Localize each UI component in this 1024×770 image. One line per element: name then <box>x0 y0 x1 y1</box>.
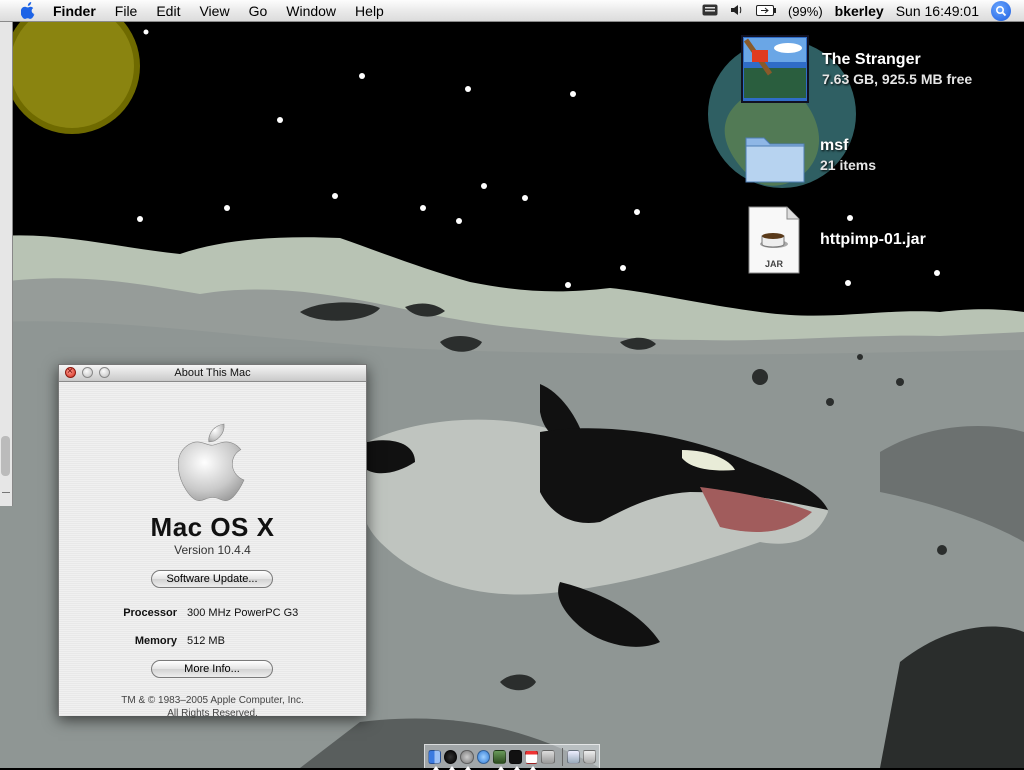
spotlight-icon[interactable] <box>991 1 1011 21</box>
close-button[interactable]: × <box>65 366 76 378</box>
terminal-icon[interactable] <box>509 749 523 770</box>
memory-value: 512 MB <box>187 635 225 647</box>
display-menu-icon[interactable] <box>702 3 718 19</box>
ical-icon[interactable] <box>525 749 539 770</box>
utility-icon[interactable] <box>492 749 507 770</box>
hard-drive-icon <box>741 35 809 103</box>
app-icon[interactable] <box>541 749 555 764</box>
mail-icon[interactable] <box>566 749 580 764</box>
battery-icon[interactable] <box>755 3 776 19</box>
memory-label: Memory <box>134 635 177 647</box>
copyright-text: TM & © 1983–2005 Apple Computer, Inc. Al… <box>59 694 366 720</box>
menu-file[interactable]: File <box>115 0 138 22</box>
menu-window[interactable]: Window <box>286 0 336 22</box>
background-window-edge[interactable] <box>0 22 13 506</box>
icon-name-label: httpimp-01.jar <box>820 231 926 248</box>
close-icon: × <box>67 366 73 377</box>
trash-icon[interactable] <box>582 749 596 764</box>
menu-view[interactable]: View <box>199 0 229 22</box>
scrollbar-thumb[interactable] <box>1 436 10 476</box>
desktop-icon-the-stranger[interactable]: The Stranger 7.63 GB, 925.5 MB free <box>740 34 972 104</box>
window-titlebar[interactable]: × About This Mac <box>59 365 366 382</box>
dashboard-icon[interactable] <box>444 749 458 770</box>
more-info-button[interactable]: More Info... <box>151 660 273 678</box>
icon-info-label: 21 items <box>820 157 877 173</box>
dock-separator <box>561 747 563 766</box>
resize-grip-icon[interactable] <box>2 492 10 501</box>
jar-badge-label: JAR <box>764 259 783 269</box>
apple-menu-icon[interactable] <box>17 0 39 22</box>
copyright-line: TM & © 1983–2005 Apple Computer, Inc. <box>121 695 304 706</box>
processor-label: Processor <box>123 607 177 619</box>
zoom-button[interactable] <box>99 367 110 378</box>
apple-logo-icon <box>178 423 245 502</box>
icon-info-label: 7.63 GB, 925.5 MB free <box>822 71 973 87</box>
system-prefs-icon[interactable] <box>460 749 474 770</box>
icon-name-label: msf <box>820 137 849 154</box>
desktop-icon-msf[interactable]: msf 21 items <box>742 122 876 188</box>
menu-help[interactable]: Help <box>355 0 384 22</box>
user-menu[interactable]: bkerley <box>835 3 884 19</box>
volume-icon[interactable] <box>730 3 744 19</box>
desktop-icon-jar[interactable]: JAR httpimp-01.jar <box>748 206 926 274</box>
menu-finder[interactable]: Finder <box>53 0 96 22</box>
dock <box>424 744 600 770</box>
os-version-label: Version 10.4.4 <box>174 543 251 557</box>
processor-value: 300 MHz PowerPC G3 <box>187 607 299 619</box>
menu-go[interactable]: Go <box>249 0 268 22</box>
os-name-heading: Mac OS X <box>150 512 275 542</box>
menu-edit[interactable]: Edit <box>156 0 180 22</box>
icon-name-label: The Stranger <box>822 51 921 68</box>
folder-icon <box>745 137 805 183</box>
minimize-button[interactable] <box>82 367 93 378</box>
finder-icon[interactable] <box>428 749 442 770</box>
about-this-mac-window: × About This Mac Mac OS X Version 10.4.4… <box>58 364 367 719</box>
software-update-button[interactable]: Software Update... <box>151 570 273 588</box>
safari-icon[interactable] <box>476 749 490 764</box>
jar-file-icon: JAR <box>748 206 800 274</box>
window-title: About This Mac <box>174 367 251 379</box>
battery-percent[interactable]: (99%) <box>788 4 823 19</box>
menu-bar: Finder File Edit View Go Window Help (99… <box>0 0 1024 22</box>
menu-clock[interactable]: Sun 16:49:01 <box>896 3 979 19</box>
copyright-line: All Rights Reserved. <box>167 708 258 719</box>
